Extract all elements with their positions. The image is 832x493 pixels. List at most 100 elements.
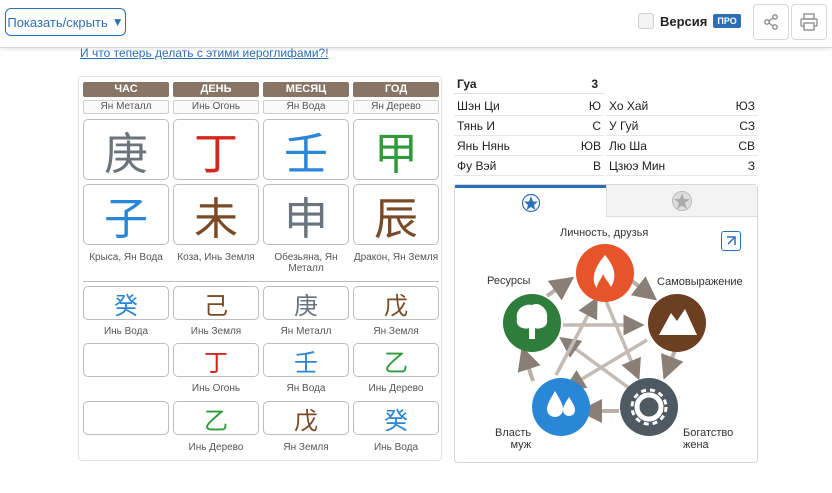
branch-label: Дракон, Ян Земля xyxy=(353,252,439,263)
hidden-stem-cell[interactable]: 壬 xyxy=(263,343,349,377)
hidden-stem-label: Инь Дерево xyxy=(368,383,424,394)
top-toolbar: Показать/скрыть ▼ Версия ПРО xyxy=(0,0,832,48)
direction-row: Тянь И С xyxy=(454,116,604,136)
hidden-stem-label: Ян Вода xyxy=(286,383,326,394)
earth-element-label: Самовыражение xyxy=(657,276,743,288)
share-icon xyxy=(764,14,778,30)
hidden-stem-cell-empty[interactable] xyxy=(83,401,169,435)
direction-row: Цзюэ Мин З xyxy=(606,156,758,176)
direction-value: СВ xyxy=(738,139,755,153)
hidden-stem-cell[interactable]: 癸 xyxy=(353,401,439,435)
direction-row: Фу Вэй В xyxy=(454,156,604,176)
hidden-stem-label: Инь Вода xyxy=(103,326,149,337)
direction-value: С xyxy=(592,119,601,133)
metal-element-icon xyxy=(620,378,678,436)
stem-element-label: Ян Металл xyxy=(83,100,169,114)
metal-element-label: Богатство жена xyxy=(683,427,733,451)
what-to-do-link[interactable]: И что теперь делать с этими иероглифами?… xyxy=(80,46,329,60)
water-element-label: Власть муж xyxy=(495,427,531,451)
hidden-stem-label: Инь Дерево xyxy=(188,442,244,453)
stem-element-label: Ян Дерево xyxy=(353,100,439,114)
column-header-year: ГОД xyxy=(353,82,439,97)
version-checkbox[interactable] xyxy=(638,13,654,29)
show-hide-button[interactable]: Показать/скрыть ▼ xyxy=(5,8,126,36)
direction-name: У Гуй xyxy=(609,119,639,133)
hidden-stem-cell[interactable]: 丁 xyxy=(173,343,259,377)
branch-label: Крыса, Ян Вода xyxy=(89,252,163,263)
dropdown-triangle-icon: ▼ xyxy=(111,15,124,29)
hidden-stem-cell[interactable]: 戊 xyxy=(353,286,439,320)
section-divider xyxy=(83,281,439,282)
direction-value: З xyxy=(747,159,755,173)
direction-value: ЮВ xyxy=(580,139,601,153)
water-label-line1: Власть xyxy=(495,427,532,439)
direction-name: Фу Вэй xyxy=(457,159,497,173)
fire-element-icon xyxy=(576,244,634,302)
metal-label-line1: Богатство xyxy=(683,427,734,439)
direction-row: У Гуй СЗ xyxy=(606,116,758,136)
hidden-stem-cell[interactable]: 乙 xyxy=(173,401,259,435)
gua-number-row: Гуа 3 xyxy=(454,74,604,94)
water-label-line2: муж xyxy=(510,439,532,451)
five-elements-panel: Личность, друзья Самовыражение Ресурсы Б… xyxy=(454,184,758,463)
heavenly-stem-cell[interactable]: 庚 xyxy=(83,119,169,180)
column-header-hour: ЧАС xyxy=(83,82,169,97)
printer-icon xyxy=(800,13,818,31)
version-toggle[interactable]: Версия ПРО xyxy=(638,13,741,29)
earthly-branch-cell[interactable]: 子 xyxy=(83,184,169,245)
direction-row: Шэн Ци Ю xyxy=(454,96,604,116)
direction-name: Цзюэ Мин xyxy=(609,159,666,173)
hidden-stem-cell[interactable]: 乙 xyxy=(353,343,439,377)
hidden-stem-label: Ян Земля xyxy=(373,326,419,337)
fire-element-label: Личность, друзья xyxy=(560,227,649,239)
column-header-month: МЕСЯЦ xyxy=(263,82,349,97)
hidden-stem-label: Ян Металл xyxy=(280,326,332,337)
hidden-stem-label: Инь Земля xyxy=(190,326,242,337)
metal-label-line2: жена xyxy=(683,439,709,451)
direction-name: Хо Хай xyxy=(609,99,649,113)
hidden-stem-cell[interactable]: 癸 xyxy=(83,286,169,320)
earthly-branch-cell[interactable]: 辰 xyxy=(353,184,439,245)
water-element-icon xyxy=(532,378,590,436)
show-hide-label: Показать/скрыть xyxy=(7,14,108,30)
controlling-cycle-arrows xyxy=(554,296,648,390)
gua-label: Гуа xyxy=(457,77,477,91)
direction-value: СЗ xyxy=(739,119,755,133)
stem-element-label: Ян Вода xyxy=(263,100,349,114)
direction-name: Шэн Ци xyxy=(457,99,500,113)
direction-value: Ю xyxy=(588,99,601,113)
heavenly-stem-cell[interactable]: 甲 xyxy=(353,119,439,180)
pro-badge: ПРО xyxy=(713,14,741,28)
four-pillars-chart: ЧАС ДЕНЬ МЕСЯЦ ГОД Ян Металл Инь Огонь Я… xyxy=(78,76,442,461)
branch-label: Обезьяна, Ян Металл xyxy=(274,252,338,274)
direction-value: В xyxy=(592,159,601,173)
branch-label: Коза, Инь Земля xyxy=(177,252,255,263)
hidden-stem-label: Инь Огонь xyxy=(191,383,241,394)
hidden-stem-label: Инь Вода xyxy=(373,442,419,453)
share-button[interactable] xyxy=(753,4,789,40)
hidden-stem-cell[interactable]: 己 xyxy=(173,286,259,320)
stem-element-label: Инь Огонь xyxy=(173,100,259,114)
hidden-stem-cell[interactable]: 戊 xyxy=(263,401,349,435)
direction-row: Хо Хай ЮЗ xyxy=(606,96,758,116)
direction-name: Тянь И xyxy=(457,119,495,133)
hidden-stem-label: Ян Земля xyxy=(283,442,329,453)
wood-element-icon xyxy=(503,294,561,352)
earthly-branch-cell[interactable]: 未 xyxy=(173,184,259,245)
earthly-branch-cell[interactable]: 申 xyxy=(263,184,349,245)
earth-element-icon xyxy=(648,294,706,352)
direction-row: Лю Ша СВ xyxy=(606,136,758,156)
column-header-day: ДЕНЬ xyxy=(173,82,259,97)
heavenly-stem-cell[interactable]: 壬 xyxy=(263,119,349,180)
gua-value: 3 xyxy=(591,77,598,91)
version-label: Версия xyxy=(660,13,708,29)
direction-name: Янь Нянь xyxy=(457,139,510,153)
heavenly-stem-cell[interactable]: 丁 xyxy=(173,119,259,180)
direction-row: Янь Нянь ЮВ xyxy=(454,136,604,156)
hidden-stem-cell[interactable]: 庚 xyxy=(263,286,349,320)
wood-element-label: Ресурсы xyxy=(487,275,531,287)
direction-name: Лю Ша xyxy=(609,139,647,153)
hidden-stem-cell-empty[interactable] xyxy=(83,343,169,377)
print-button[interactable] xyxy=(791,4,827,40)
direction-value: ЮЗ xyxy=(735,99,755,113)
